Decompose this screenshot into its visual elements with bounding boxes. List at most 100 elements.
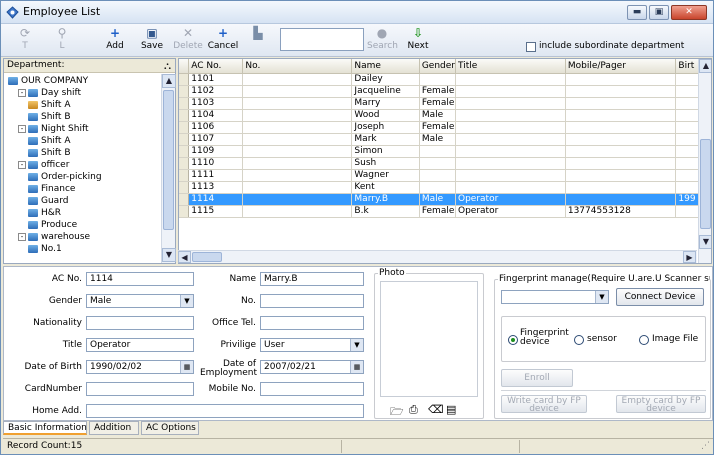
tree-node[interactable]: Shift A <box>28 100 70 111</box>
tree-node[interactable]: Shift A <box>28 136 70 147</box>
close-icon[interactable]: ✕ <box>671 5 707 20</box>
row-header[interactable] <box>179 145 190 158</box>
cell-mobile[interactable] <box>565 73 677 86</box>
department-tool-button[interactable]: ▙ <box>248 26 268 54</box>
cell-ac[interactable]: 1111 <box>188 169 244 182</box>
cell-mobile[interactable] <box>565 181 677 194</box>
cell-title[interactable] <box>455 145 566 158</box>
cell-gender[interactable]: Female <box>419 205 457 218</box>
cell-name[interactable]: B.k <box>351 205 420 218</box>
ac-no-field[interactable]: 1114 <box>86 272 194 286</box>
table-row[interactable]: 1101 Dailey <box>179 73 711 86</box>
tree-node[interactable]: Shift B <box>28 148 71 159</box>
cell-name[interactable]: Jacqueline <box>351 85 420 98</box>
table-row[interactable]: 1106 Joseph Female <box>179 121 711 134</box>
save-photo-icon[interactable]: ▤ <box>446 403 456 416</box>
cell-mobile[interactable]: 13774553128 <box>565 205 677 218</box>
connect-device-button[interactable]: Connect Device <box>616 288 704 306</box>
department-vscroll[interactable]: ▲ ▼ <box>161 74 176 263</box>
restore-icon[interactable]: ▣ <box>649 5 669 20</box>
cell-gender[interactable]: Male <box>419 109 457 122</box>
cell-no[interactable] <box>242 109 353 122</box>
cell-no[interactable] <box>242 193 353 206</box>
cell-title[interactable]: Operator <box>455 205 566 218</box>
no-field[interactable] <box>260 294 364 308</box>
cancel-button[interactable]: + Cancel <box>207 26 239 54</box>
collapse-toggle-icon[interactable]: - <box>18 124 26 133</box>
include-subordinate-checkbox[interactable] <box>526 42 536 52</box>
cell-mobile[interactable] <box>565 121 677 134</box>
scroll-down-icon[interactable]: ▼ <box>162 248 176 262</box>
minimize-icon[interactable]: ▬ <box>627 5 647 20</box>
card-number-field[interactable] <box>86 382 194 396</box>
cell-gender[interactable] <box>419 169 457 182</box>
row-header[interactable] <box>179 157 190 170</box>
table-row[interactable]: 1115 B.k Female Operator 13774553128 <box>179 205 711 218</box>
cell-name[interactable]: Sush <box>351 157 420 170</box>
scroll-thumb[interactable] <box>163 90 174 230</box>
calendar-icon[interactable]: ▦ <box>180 361 193 373</box>
tree-node[interactable]: - warehouse <box>18 232 90 243</box>
dob-field[interactable]: 1990/02/02 ▦ <box>86 360 194 374</box>
sensor-radio[interactable] <box>574 335 584 345</box>
collapse-toggle-icon[interactable]: - <box>18 160 26 169</box>
row-header[interactable] <box>179 205 190 218</box>
search-button[interactable]: ● Search <box>367 26 398 54</box>
camera-icon[interactable]: ⎙ <box>409 403 418 417</box>
row-header[interactable] <box>179 181 190 194</box>
cell-name[interactable]: Wood <box>351 109 420 122</box>
tree-node[interactable]: Order-picking <box>28 172 102 183</box>
cell-ac[interactable]: 1109 <box>188 145 244 158</box>
tab-basic-information[interactable]: Basic Information <box>3 421 87 435</box>
cell-title[interactable] <box>455 157 566 170</box>
cell-mobile[interactable] <box>565 109 677 122</box>
chevron-down-icon[interactable]: ▼ <box>180 295 193 307</box>
tree-node[interactable]: No.1 <box>28 244 62 255</box>
cell-no[interactable] <box>242 157 353 170</box>
delete-button[interactable]: ✕ Delete <box>173 26 203 54</box>
cell-gender[interactable] <box>419 145 457 158</box>
chevron-down-icon[interactable]: ▼ <box>595 291 608 303</box>
home-address-field[interactable] <box>86 404 364 418</box>
write-card-button[interactable]: Write card by FP device <box>501 395 587 414</box>
row-header[interactable] <box>179 133 190 146</box>
cell-name[interactable]: Marry <box>351 97 420 110</box>
org-chart-icon[interactable]: ⛬ <box>164 60 171 73</box>
table-row[interactable]: 1111 Wagner <box>179 169 711 182</box>
cell-ac[interactable]: 1115 <box>188 205 244 218</box>
cell-title[interactable] <box>455 85 566 98</box>
cell-gender[interactable]: Female <box>419 85 457 98</box>
search-input[interactable] <box>280 28 364 51</box>
photo-box[interactable] <box>380 281 478 397</box>
column-header[interactable]: No. <box>242 59 353 74</box>
eraser-icon[interactable]: ⌫ <box>428 403 444 416</box>
cell-name[interactable]: Dailey <box>351 73 420 86</box>
grid-scroll-thumb[interactable] <box>700 139 711 229</box>
open-folder-icon[interactable]: 🗁 <box>390 403 404 422</box>
grid-scroll-right-icon[interactable]: ▶ <box>683 251 696 263</box>
cell-no[interactable] <box>242 205 353 218</box>
resize-grip-icon[interactable]: ⋰ <box>701 439 710 454</box>
tree-node[interactable]: Produce <box>28 220 77 231</box>
table-row[interactable]: 1113 Kent <box>179 181 711 194</box>
nationality-field[interactable] <box>86 316 194 330</box>
cell-ac[interactable]: 1114 <box>188 193 244 206</box>
cell-title[interactable] <box>455 133 566 146</box>
cell-ac[interactable]: 1103 <box>188 97 244 110</box>
cell-mobile[interactable] <box>565 169 677 182</box>
column-header[interactable]: Gender <box>419 59 457 74</box>
table-row[interactable]: 1107 Mark Male <box>179 133 711 146</box>
tab-ac-options[interactable]: AC Options <box>141 421 199 435</box>
cell-title[interactable] <box>455 73 566 86</box>
image-file-radio[interactable] <box>639 335 649 345</box>
cell-mobile[interactable] <box>565 97 677 110</box>
enroll-button[interactable]: Enroll <box>501 369 573 387</box>
tree-node[interactable]: Shift B <box>28 112 71 123</box>
tree-node[interactable]: H&R <box>28 208 61 219</box>
cell-name[interactable]: Simon <box>351 145 420 158</box>
cell-title[interactable] <box>455 181 566 194</box>
cell-no[interactable] <box>242 145 353 158</box>
collapse-toggle-icon[interactable]: - <box>18 232 26 241</box>
fp-device-select[interactable]: ▼ <box>501 290 609 304</box>
privilege-select[interactable]: User ▼ <box>260 338 364 352</box>
